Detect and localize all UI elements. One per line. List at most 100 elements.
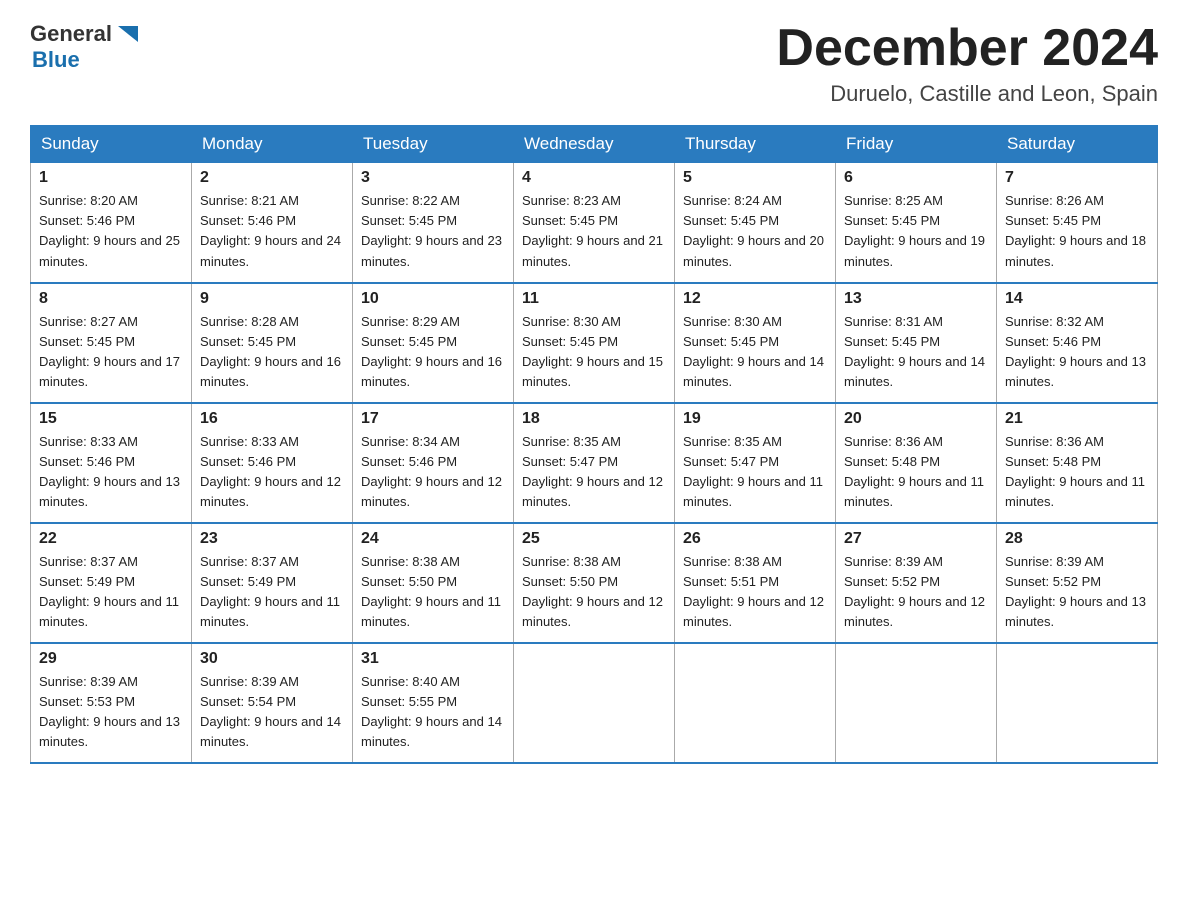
day-number: 27 [844,530,988,548]
header-sunday: Sunday [31,126,192,163]
day-info: Sunrise: 8:33 AM Sunset: 5:46 PM Dayligh… [200,432,344,513]
day-info: Sunrise: 8:35 AM Sunset: 5:47 PM Dayligh… [522,432,666,513]
day-number: 18 [522,410,666,428]
calendar-week-row: 8 Sunrise: 8:27 AM Sunset: 5:45 PM Dayli… [31,283,1158,403]
table-row: 29 Sunrise: 8:39 AM Sunset: 5:53 PM Dayl… [31,643,192,763]
logo: General Blue [30,20,142,72]
day-number: 1 [39,169,183,187]
header-friday: Friday [836,126,997,163]
day-info: Sunrise: 8:21 AM Sunset: 5:46 PM Dayligh… [200,191,344,272]
day-info: Sunrise: 8:37 AM Sunset: 5:49 PM Dayligh… [200,552,344,633]
day-info: Sunrise: 8:25 AM Sunset: 5:45 PM Dayligh… [844,191,988,272]
table-row: 4 Sunrise: 8:23 AM Sunset: 5:45 PM Dayli… [514,163,675,283]
logo-blue: Blue [32,48,80,72]
calendar-week-row: 1 Sunrise: 8:20 AM Sunset: 5:46 PM Dayli… [31,163,1158,283]
day-info: Sunrise: 8:30 AM Sunset: 5:45 PM Dayligh… [522,312,666,393]
day-info: Sunrise: 8:35 AM Sunset: 5:47 PM Dayligh… [683,432,827,513]
day-info: Sunrise: 8:39 AM Sunset: 5:52 PM Dayligh… [1005,552,1149,633]
table-row: 30 Sunrise: 8:39 AM Sunset: 5:54 PM Dayl… [192,643,353,763]
day-number: 7 [1005,169,1149,187]
header-saturday: Saturday [997,126,1158,163]
table-row: 15 Sunrise: 8:33 AM Sunset: 5:46 PM Dayl… [31,403,192,523]
header-wednesday: Wednesday [514,126,675,163]
day-info: Sunrise: 8:33 AM Sunset: 5:46 PM Dayligh… [39,432,183,513]
day-number: 22 [39,530,183,548]
table-row: 5 Sunrise: 8:24 AM Sunset: 5:45 PM Dayli… [675,163,836,283]
calendar-header-row: Sunday Monday Tuesday Wednesday Thursday… [31,126,1158,163]
table-row: 19 Sunrise: 8:35 AM Sunset: 5:47 PM Dayl… [675,403,836,523]
header-monday: Monday [192,126,353,163]
day-number: 8 [39,290,183,308]
table-row: 6 Sunrise: 8:25 AM Sunset: 5:45 PM Dayli… [836,163,997,283]
day-info: Sunrise: 8:37 AM Sunset: 5:49 PM Dayligh… [39,552,183,633]
day-number: 15 [39,410,183,428]
day-number: 6 [844,169,988,187]
header-tuesday: Tuesday [353,126,514,163]
day-info: Sunrise: 8:29 AM Sunset: 5:45 PM Dayligh… [361,312,505,393]
table-row: 14 Sunrise: 8:32 AM Sunset: 5:46 PM Dayl… [997,283,1158,403]
table-row [514,643,675,763]
day-number: 4 [522,169,666,187]
table-row: 26 Sunrise: 8:38 AM Sunset: 5:51 PM Dayl… [675,523,836,643]
table-row: 23 Sunrise: 8:37 AM Sunset: 5:49 PM Dayl… [192,523,353,643]
day-number: 29 [39,650,183,668]
day-number: 21 [1005,410,1149,428]
table-row: 24 Sunrise: 8:38 AM Sunset: 5:50 PM Dayl… [353,523,514,643]
day-info: Sunrise: 8:36 AM Sunset: 5:48 PM Dayligh… [1005,432,1149,513]
day-number: 11 [522,290,666,308]
location-subtitle: Duruelo, Castille and Leon, Spain [776,81,1158,107]
month-title: December 2024 [776,20,1158,77]
table-row: 25 Sunrise: 8:38 AM Sunset: 5:50 PM Dayl… [514,523,675,643]
table-row: 7 Sunrise: 8:26 AM Sunset: 5:45 PM Dayli… [997,163,1158,283]
day-info: Sunrise: 8:30 AM Sunset: 5:45 PM Dayligh… [683,312,827,393]
calendar-week-row: 29 Sunrise: 8:39 AM Sunset: 5:53 PM Dayl… [31,643,1158,763]
table-row: 11 Sunrise: 8:30 AM Sunset: 5:45 PM Dayl… [514,283,675,403]
table-row: 2 Sunrise: 8:21 AM Sunset: 5:46 PM Dayli… [192,163,353,283]
day-info: Sunrise: 8:40 AM Sunset: 5:55 PM Dayligh… [361,672,505,753]
day-number: 20 [844,410,988,428]
day-number: 28 [1005,530,1149,548]
table-row: 18 Sunrise: 8:35 AM Sunset: 5:47 PM Dayl… [514,403,675,523]
day-info: Sunrise: 8:26 AM Sunset: 5:45 PM Dayligh… [1005,191,1149,272]
day-info: Sunrise: 8:27 AM Sunset: 5:45 PM Dayligh… [39,312,183,393]
calendar-week-row: 15 Sunrise: 8:33 AM Sunset: 5:46 PM Dayl… [31,403,1158,523]
day-info: Sunrise: 8:34 AM Sunset: 5:46 PM Dayligh… [361,432,505,513]
day-number: 26 [683,530,827,548]
table-row: 28 Sunrise: 8:39 AM Sunset: 5:52 PM Dayl… [997,523,1158,643]
table-row: 13 Sunrise: 8:31 AM Sunset: 5:45 PM Dayl… [836,283,997,403]
title-area: December 2024 Duruelo, Castille and Leon… [776,20,1158,107]
page-header: General Blue December 2024 Duruelo, Cast… [30,20,1158,107]
day-number: 2 [200,169,344,187]
table-row: 3 Sunrise: 8:22 AM Sunset: 5:45 PM Dayli… [353,163,514,283]
day-number: 13 [844,290,988,308]
day-number: 5 [683,169,827,187]
table-row: 12 Sunrise: 8:30 AM Sunset: 5:45 PM Dayl… [675,283,836,403]
table-row: 10 Sunrise: 8:29 AM Sunset: 5:45 PM Dayl… [353,283,514,403]
calendar-table: Sunday Monday Tuesday Wednesday Thursday… [30,125,1158,764]
table-row: 31 Sunrise: 8:40 AM Sunset: 5:55 PM Dayl… [353,643,514,763]
header-thursday: Thursday [675,126,836,163]
day-info: Sunrise: 8:28 AM Sunset: 5:45 PM Dayligh… [200,312,344,393]
logo-triangle-icon [114,20,142,48]
day-info: Sunrise: 8:24 AM Sunset: 5:45 PM Dayligh… [683,191,827,272]
table-row: 8 Sunrise: 8:27 AM Sunset: 5:45 PM Dayli… [31,283,192,403]
day-info: Sunrise: 8:38 AM Sunset: 5:50 PM Dayligh… [522,552,666,633]
day-number: 25 [522,530,666,548]
day-info: Sunrise: 8:39 AM Sunset: 5:53 PM Dayligh… [39,672,183,753]
table-row: 21 Sunrise: 8:36 AM Sunset: 5:48 PM Dayl… [997,403,1158,523]
day-info: Sunrise: 8:36 AM Sunset: 5:48 PM Dayligh… [844,432,988,513]
day-number: 10 [361,290,505,308]
day-info: Sunrise: 8:39 AM Sunset: 5:54 PM Dayligh… [200,672,344,753]
day-number: 16 [200,410,344,428]
table-row [675,643,836,763]
day-info: Sunrise: 8:39 AM Sunset: 5:52 PM Dayligh… [844,552,988,633]
day-number: 17 [361,410,505,428]
day-info: Sunrise: 8:38 AM Sunset: 5:50 PM Dayligh… [361,552,505,633]
day-info: Sunrise: 8:31 AM Sunset: 5:45 PM Dayligh… [844,312,988,393]
table-row: 16 Sunrise: 8:33 AM Sunset: 5:46 PM Dayl… [192,403,353,523]
table-row: 20 Sunrise: 8:36 AM Sunset: 5:48 PM Dayl… [836,403,997,523]
day-number: 3 [361,169,505,187]
day-number: 24 [361,530,505,548]
day-info: Sunrise: 8:38 AM Sunset: 5:51 PM Dayligh… [683,552,827,633]
day-info: Sunrise: 8:20 AM Sunset: 5:46 PM Dayligh… [39,191,183,272]
